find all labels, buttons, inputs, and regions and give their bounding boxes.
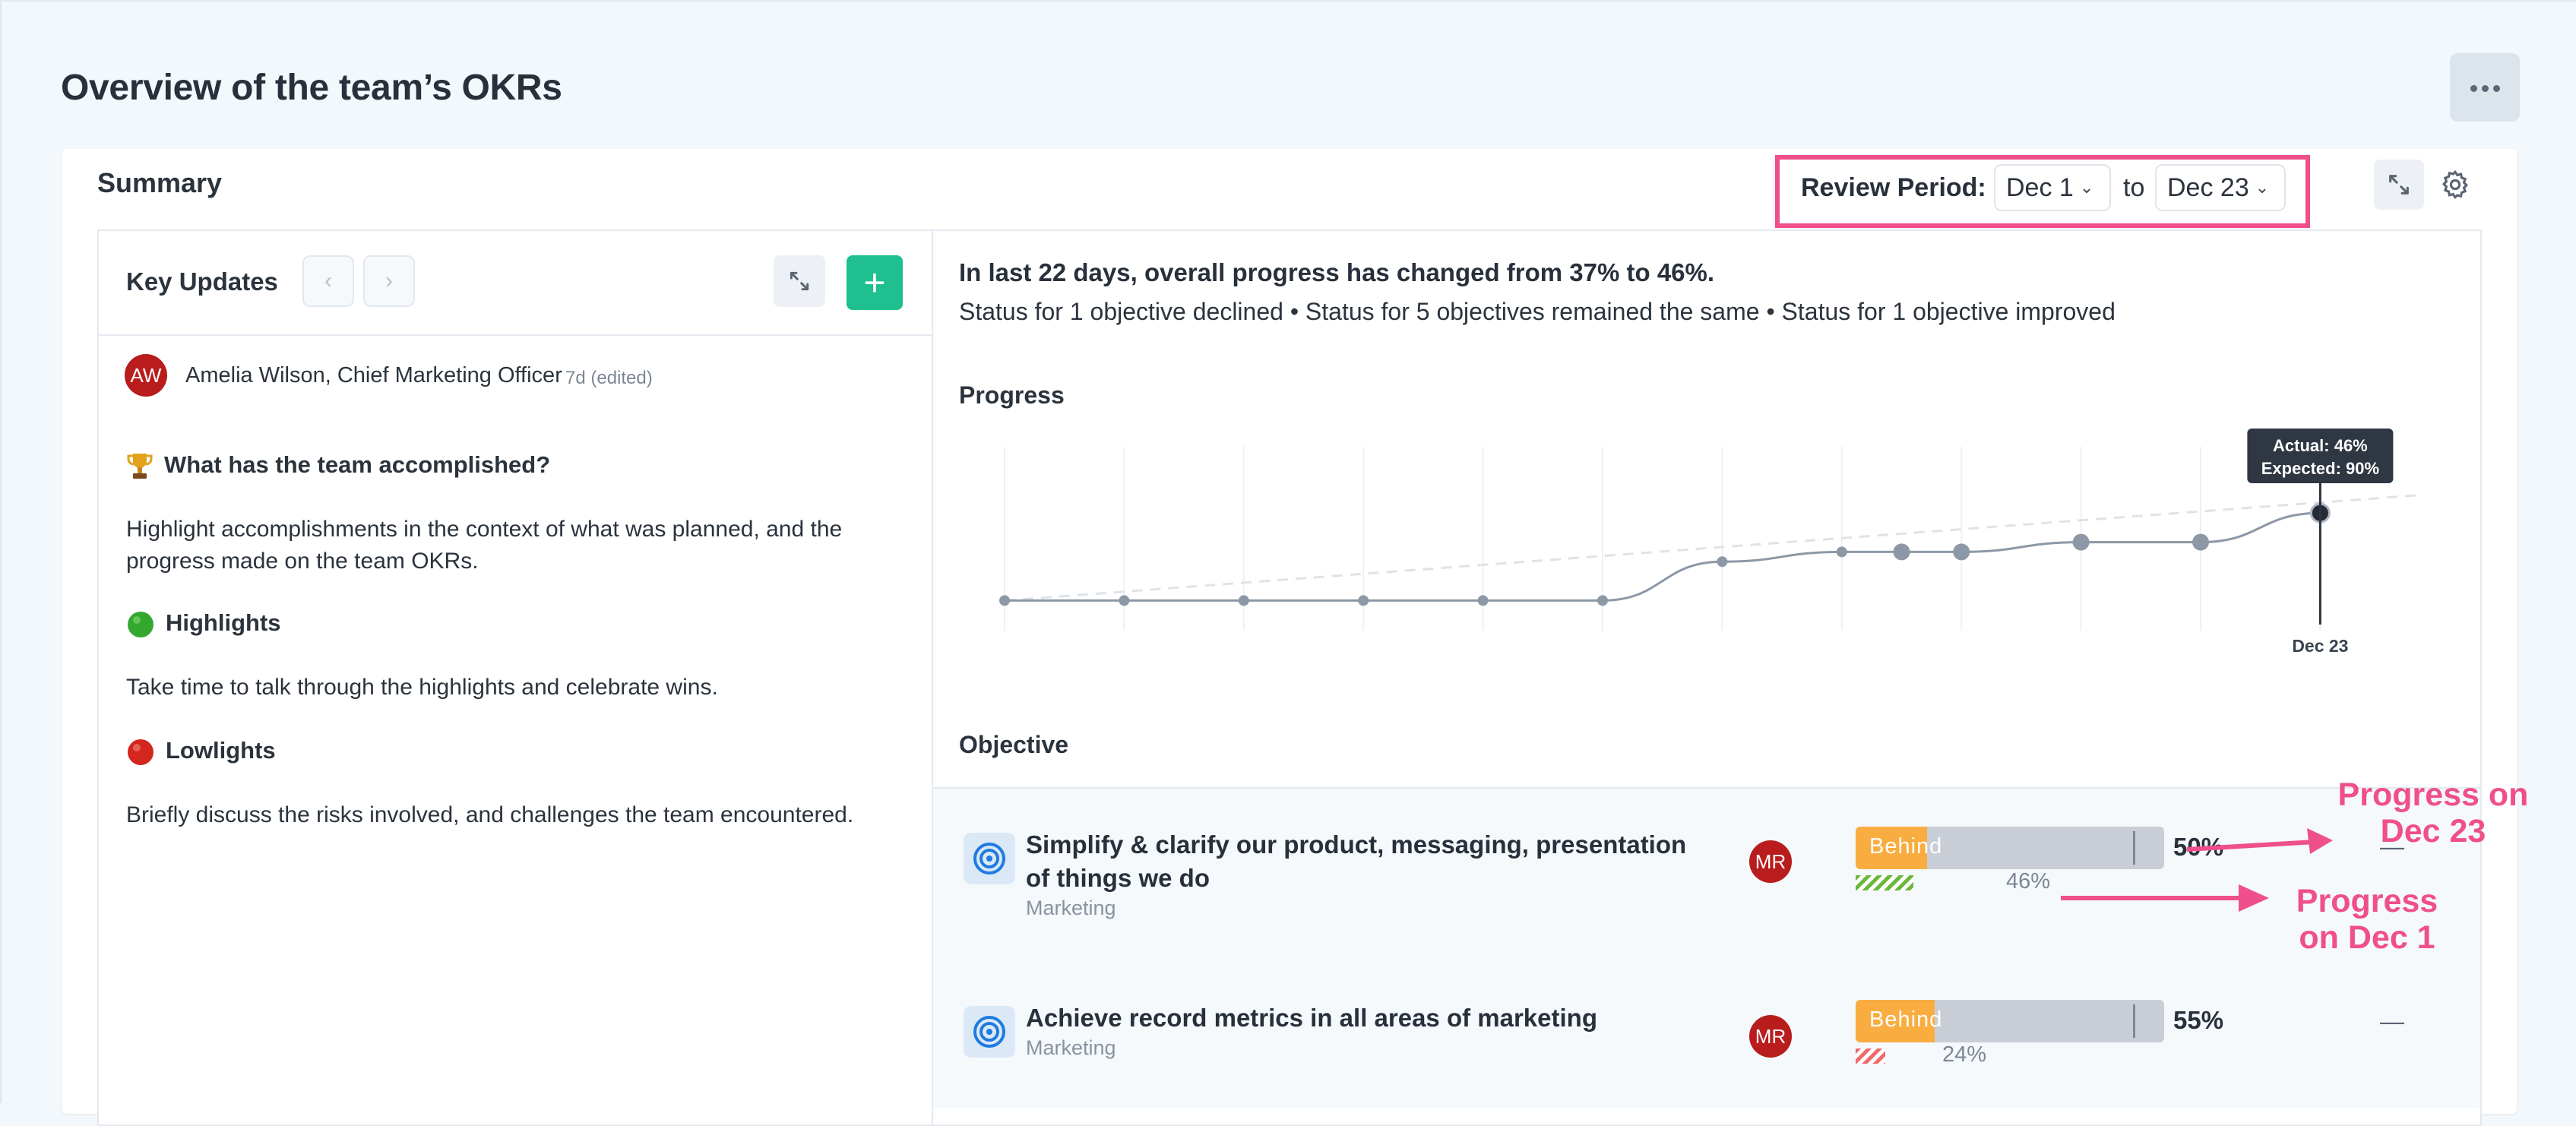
chevron-right-icon: › [385,268,393,293]
progress-bar: Behind [1856,1000,2164,1042]
gear-icon [2442,169,2469,200]
progress-value: 55% [2173,1006,2224,1034]
section-body: Highlight accomplishments in the context… [126,517,843,574]
tooltip-actual: Actual: 46% [2273,436,2368,455]
objective-team: Marketing [1026,897,1116,919]
chart-tooltip: Actual: 46% Expected: 90% [2247,429,2394,483]
period-to-dropdown[interactable]: Dec 23 ⌄ [2155,164,2286,211]
review-period-label: Review Period: [1801,173,1986,202]
update-meta: 7d (edited) [565,368,653,388]
key-updates-title: Key Updates [126,267,278,296]
period-from-dropdown[interactable]: Dec 1 ⌄ [1994,164,2111,211]
section-heading: Highlights [126,609,281,639]
section-heading: Lowlights [126,737,276,767]
progress-title: Progress [959,381,1065,409]
chevron-down-icon: ⌄ [2255,178,2270,197]
previous-progress-value: 46% [2006,869,2051,894]
data-point[interactable] [1477,595,1489,606]
progress-chart: Actual: 46% Expected: 90% Dec 23 [999,429,2418,656]
summary-title: Summary [97,167,223,198]
period-to-value: Dec 23 [2167,172,2249,202]
period-to-label: to [2123,173,2145,202]
objective-name[interactable]: Achieve record metrics in all areas of m… [1026,1001,1597,1035]
chevron-down-icon: ⌄ [2079,178,2094,197]
section-body: Briefly discuss the risks involved, and … [126,802,854,827]
add-update-button[interactable]: + [847,255,903,310]
data-point[interactable] [2072,533,2090,551]
chevron-left-icon: ‹ [324,268,332,293]
author-name: Amelia Wilson, Chief Marketing Officer [185,363,562,387]
divider [99,334,932,336]
annotation-dec23: Progress on Dec 23 [2337,776,2529,849]
more-icon [2450,85,2520,92]
section-heading: What has the team accomplished? [126,451,550,482]
data-point[interactable] [2192,533,2209,551]
expand-icon [790,271,809,291]
previous-update-button[interactable]: ‹ [302,255,354,307]
plus-icon: + [863,261,886,304]
objective-team: Marketing [1026,1036,1116,1059]
status-label: Behind [1869,1007,1943,1032]
section-body: Take time to talk through the highlights… [126,675,718,700]
previous-progress-bar [1856,1049,1886,1064]
next-update-button[interactable]: › [363,255,415,307]
data-point[interactable] [1893,543,1910,561]
page-title: Overview of the team’s OKRs [61,68,562,108]
owner-avatar[interactable]: MR [1749,840,1792,883]
data-point[interactable] [1717,556,1728,568]
status-summary: Status for 1 objective declined • Status… [959,298,2116,325]
previous-progress-bar [1856,875,1913,890]
expand-icon [2389,175,2409,195]
annotation-dec1: Progress on Dec 1 [2296,883,2438,956]
red-circle-icon [128,739,153,765]
top-border [0,0,2576,2]
target-icon [964,1006,1015,1058]
owner-avatar[interactable]: MR [1749,1015,1792,1058]
data-point[interactable] [1238,595,1249,606]
settings-button[interactable] [2430,160,2480,210]
trend-indicator: — [2380,1007,2404,1035]
status-label: Behind [1869,834,1943,859]
expand-button[interactable] [2374,160,2424,210]
progress-headline: In last 22 days, overall progress has ch… [959,258,1715,286]
data-point[interactable] [999,595,1010,606]
green-circle-icon [128,611,153,637]
period-from-value: Dec 1 [2006,172,2074,202]
data-point[interactable] [1358,595,1369,606]
previous-progress-value: 24% [1942,1042,1987,1067]
left-border [0,0,2,1103]
tooltip-expected: Expected: 90% [2261,459,2379,478]
data-point[interactable] [1953,543,1970,561]
avatar: AW [125,354,167,397]
expected-marker [2133,1004,2136,1038]
more-options-button[interactable] [2450,53,2520,122]
data-point[interactable] [1597,595,1608,606]
actual-progress-line [1005,511,2321,602]
objective-header: Objective [959,731,1069,758]
expand-updates-button[interactable] [774,255,825,307]
objective-name[interactable]: Simplify & clarify our product, messagin… [1026,828,1695,895]
data-point[interactable] [1119,595,1130,606]
trophy-icon [127,454,153,479]
target-icon [964,833,1015,884]
x-axis-label: Dec 23 [2292,636,2348,656]
data-point[interactable] [1836,546,1847,558]
